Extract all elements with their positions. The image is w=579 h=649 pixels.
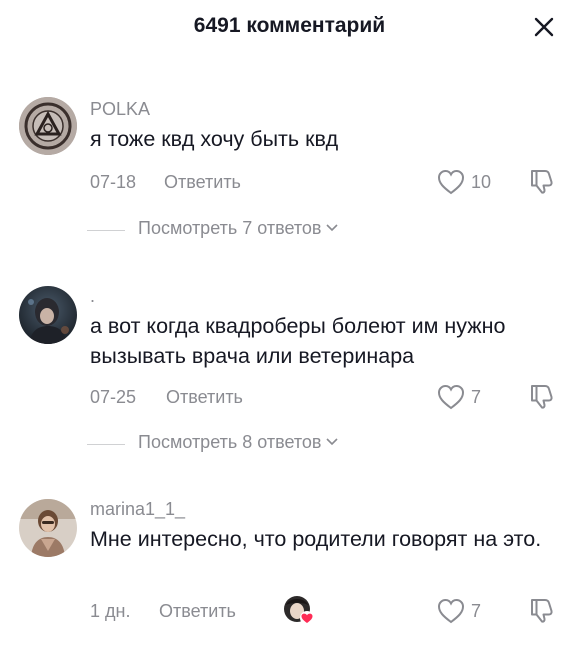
avatar[interactable] [19, 499, 77, 557]
dislike-icon[interactable] [528, 167, 556, 195]
view-replies-button[interactable]: Посмотреть 8 ответов [138, 432, 338, 453]
view-replies-label: Посмотреть 8 ответов [138, 432, 322, 452]
comment-username[interactable]: . [90, 286, 95, 307]
comment-text: я тоже квд хочу быть квд [90, 127, 339, 151]
chevron-down-icon [325, 224, 338, 232]
like-count: 7 [471, 601, 482, 621]
comments-count-title: 6491 комментарий [193, 14, 386, 37]
dislike-icon[interactable] [528, 596, 556, 624]
avatar[interactable] [19, 286, 77, 344]
comments-header: 6491 комментарий [0, 0, 579, 56]
creator-liked-badge [283, 595, 314, 625]
like-count: 7 [471, 387, 482, 407]
view-replies-label: Посмотреть 7 ответов [138, 218, 322, 238]
chevron-down-icon [325, 438, 338, 446]
view-replies[interactable]: Посмотреть 8 ответов [0, 432, 579, 458]
comment-date: 07-18 [90, 172, 137, 192]
comment-username[interactable]: marina1_1_ [90, 499, 185, 520]
comment-username[interactable]: POLKA [90, 99, 150, 120]
divider [87, 444, 125, 445]
like-count: 10 [471, 172, 492, 192]
comment-text: а вот когда квадроберы болеют им нужно в… [90, 314, 506, 368]
comment-date: 07-25 [90, 387, 137, 407]
reply-button[interactable]: Ответить [159, 601, 236, 622]
comment-date: 1 дн. [90, 601, 131, 621]
reply-button[interactable]: Ответить [164, 172, 241, 193]
dislike-icon[interactable] [528, 382, 556, 410]
view-replies-button[interactable]: Посмотреть 7 ответов [138, 218, 338, 239]
divider [87, 230, 125, 231]
comment-text: Мне интересно, что родители говорят на э… [90, 527, 542, 551]
heart-icon[interactable] [437, 169, 465, 195]
heart-icon[interactable] [437, 598, 465, 624]
heart-badge-icon [300, 611, 314, 625]
view-replies[interactable]: Посмотреть 7 ответов [0, 218, 579, 244]
close-button[interactable] [527, 10, 561, 44]
heart-icon[interactable] [437, 384, 465, 410]
close-icon [534, 17, 554, 37]
avatar[interactable] [19, 97, 77, 155]
reply-button[interactable]: Ответить [166, 387, 243, 408]
